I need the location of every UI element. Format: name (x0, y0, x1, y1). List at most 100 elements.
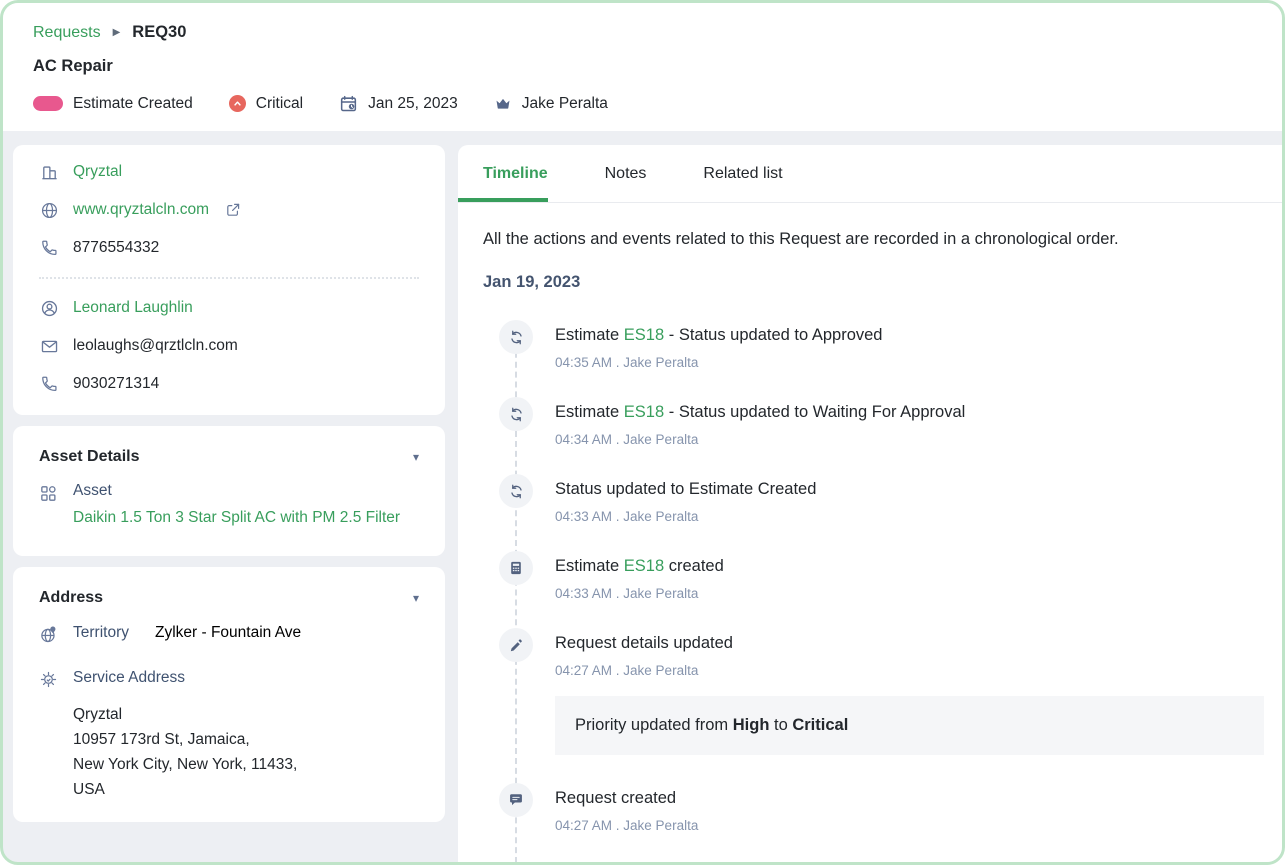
timeline-event: Estimate ES18 - Status updated to Waitin… (483, 397, 1264, 447)
calculator-icon (499, 551, 533, 585)
event-title-text: Request details updated (555, 634, 733, 652)
sync-icon (499, 397, 533, 431)
tab-bar: Timeline Notes Related list (458, 145, 1282, 203)
event-title: Estimate ES18 - Status updated to Approv… (555, 326, 882, 345)
service-gear-icon (39, 670, 59, 689)
status-label: Estimate Created (73, 95, 193, 113)
message-icon (499, 783, 533, 817)
priority-old-value: High (733, 716, 770, 734)
timeline-event: Request created 04:27 AM . Jake Peralta (483, 783, 1264, 833)
event-title-text: - Status updated to Approved (664, 326, 882, 344)
status-pill-icon (33, 96, 63, 111)
website-row: www.qryztalcln.com (13, 191, 445, 229)
event-meta: 04:33 AM . Jake Peralta (555, 509, 816, 524)
mail-icon (39, 336, 59, 356)
building-icon (39, 162, 59, 182)
event-title: Status updated to Estimate Created (555, 480, 816, 499)
event-meta: 04:34 AM . Jake Peralta (555, 432, 965, 447)
service-address-label: Service Address (73, 669, 185, 687)
asset-field-row: Asset Daikin 1.5 Ton 3 Star Split AC wit… (13, 474, 445, 556)
priority-badge: Critical (229, 95, 303, 113)
timeline-panel: Timeline Notes Related list All the acti… (458, 145, 1282, 862)
timeline-list: Estimate ES18 - Status updated to Approv… (483, 320, 1264, 833)
estimate-link[interactable]: ES18 (624, 557, 664, 575)
event-title-text: Status updated to Estimate Created (555, 480, 816, 498)
asset-field-label: Asset (73, 482, 400, 500)
event-title: Estimate ES18 - Status updated to Waitin… (555, 403, 965, 422)
territory-label: Territory (73, 624, 129, 642)
asset-link[interactable]: Daikin 1.5 Ton 3 Star Split AC with PM 2… (73, 505, 400, 530)
timeline-event: Status updated to Estimate Created 04:33… (483, 474, 1264, 524)
breadcrumb: Requests ▶ REQ30 (33, 23, 1252, 42)
company-link[interactable]: Qryztal (73, 163, 122, 181)
contact-card: Qryztal www.qryztalcln.com (13, 145, 445, 415)
company-phone-row: 8776554332 (13, 229, 445, 267)
phone-icon (39, 238, 59, 258)
email-value: leolaughs@qrztlcln.com (73, 337, 238, 355)
request-header: Requests ▶ REQ30 AC Repair Estimate Crea… (3, 3, 1282, 131)
asset-details-header: Asset Details ▾ (13, 426, 445, 474)
event-detail-box: Priority updated from High to Critical (555, 696, 1264, 755)
tab-related-list[interactable]: Related list (703, 165, 782, 202)
priority-critical-icon (229, 95, 246, 112)
tab-timeline[interactable]: Timeline (458, 165, 548, 202)
address-header: Address ▾ (13, 567, 445, 615)
event-meta: 04:33 AM . Jake Peralta (555, 586, 724, 601)
crown-icon (494, 95, 512, 113)
asset-details-title: Asset Details (39, 448, 140, 466)
priority-new-value: Critical (792, 716, 848, 734)
tab-notes[interactable]: Notes (605, 165, 647, 202)
timeline-event: Request details updated 04:27 AM . Jake … (483, 628, 1264, 678)
event-title-text: Estimate (555, 326, 624, 344)
asset-grid-icon (39, 484, 59, 503)
email-row: leolaughs@qrztlcln.com (13, 327, 445, 365)
territory-row: Territory Zylker - Fountain Ave (13, 615, 445, 653)
estimate-link[interactable]: ES18 (624, 403, 664, 421)
date-label: Jan 25, 2023 (368, 95, 458, 113)
timeline-tab-body: All the actions and events related to th… (458, 203, 1282, 862)
badge-row: Estimate Created Critical (33, 94, 1252, 113)
territory-value: Zylker - Fountain Ave (155, 624, 301, 642)
detail-sidebar: Qryztal www.qryztalcln.com (13, 145, 445, 862)
event-title-text: Estimate (555, 557, 624, 575)
address-line: USA (73, 777, 419, 802)
collapse-chevron-icon[interactable]: ▾ (413, 450, 419, 464)
event-title-text: - Status updated to Waiting For Approval (664, 403, 965, 421)
priority-change-text: Priority updated from (575, 716, 733, 734)
collapse-chevron-icon[interactable]: ▾ (413, 591, 419, 605)
page-title: AC Repair (33, 57, 1252, 76)
owner-label: Jake Peralta (522, 95, 608, 113)
contact-phone-row: 9030271314 (13, 365, 445, 403)
address-title: Address (39, 589, 103, 607)
address-card: Address ▾ Territory Zylker - Fountain Av… (13, 567, 445, 822)
event-title: Estimate ES18 created (555, 557, 724, 576)
event-meta: 04:35 AM . Jake Peralta (555, 355, 882, 370)
contact-name-link[interactable]: Leonard Laughlin (73, 299, 193, 317)
breadcrumb-current: REQ30 (132, 23, 186, 42)
timeline-event: Estimate ES18 created 04:33 AM . Jake Pe… (483, 551, 1264, 601)
date-badge: Jan 25, 2023 (339, 94, 458, 113)
address-line: Qryztal (73, 702, 419, 727)
sync-icon (499, 474, 533, 508)
estimate-link[interactable]: ES18 (624, 326, 664, 344)
event-title: Request details updated (555, 634, 733, 653)
app-window: Requests ▶ REQ30 AC Repair Estimate Crea… (0, 0, 1285, 865)
event-title-text: Estimate (555, 403, 624, 421)
breadcrumb-arrow-icon: ▶ (113, 28, 121, 38)
website-link[interactable]: www.qryztalcln.com (73, 201, 209, 219)
pencil-icon (499, 628, 533, 662)
service-address-row: Service Address (13, 653, 445, 698)
external-link-icon[interactable] (223, 200, 243, 220)
service-address-value: Qryztal 10957 173rd St, Jamaica, New Yor… (73, 702, 419, 802)
person-icon (39, 298, 59, 318)
timeline-description: All the actions and events related to th… (483, 230, 1264, 249)
calendar-icon (339, 94, 358, 113)
company-row: Qryztal (13, 153, 445, 191)
event-meta: 04:27 AM . Jake Peralta (555, 818, 698, 833)
company-phone-value: 8776554332 (73, 239, 159, 257)
contact-name-row: Leonard Laughlin (13, 289, 445, 327)
asset-details-card: Asset Details ▾ Asset Daikin 1.5 Ton 3 S… (13, 426, 445, 556)
address-line: 10957 173rd St, Jamaica, (73, 727, 419, 752)
owner-badge: Jake Peralta (494, 95, 608, 113)
breadcrumb-requests-link[interactable]: Requests (33, 24, 101, 42)
